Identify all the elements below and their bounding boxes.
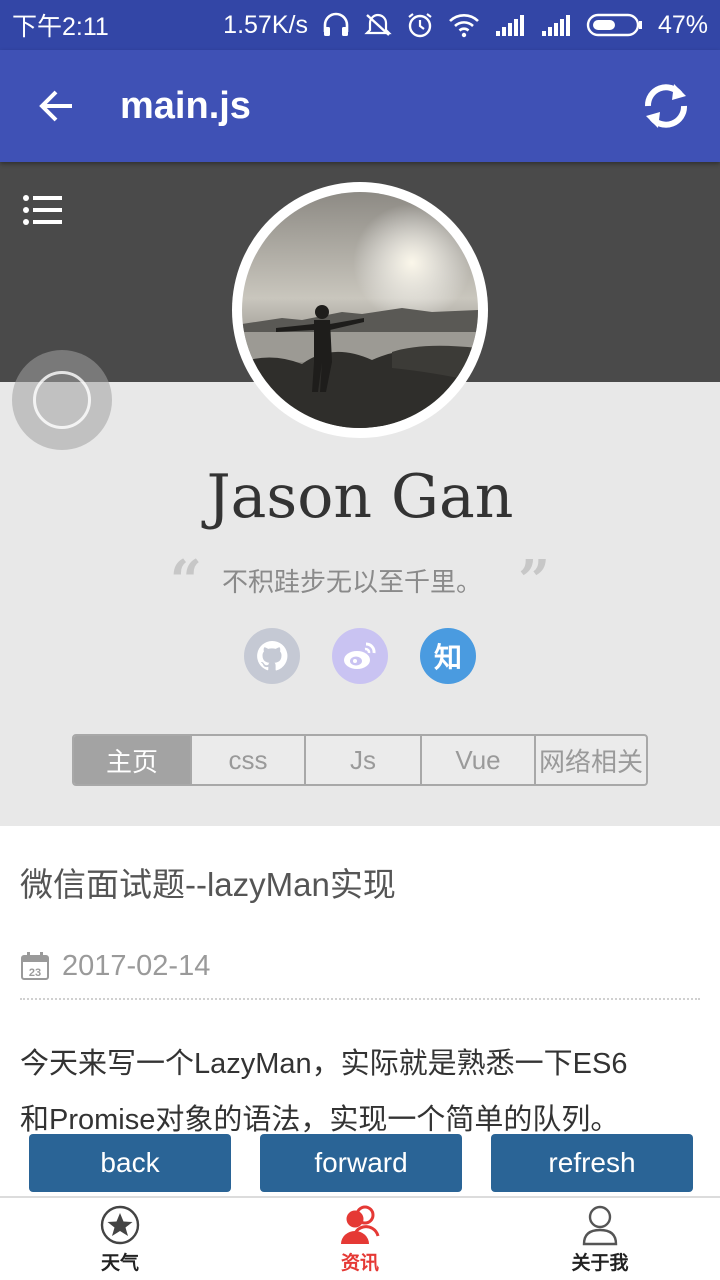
webview-content: Jason Gan “ 不积跬步无以至千里。 ” 知 主页 css Js Vue…: [0, 162, 720, 1196]
article-summary-line: 今天来写一个LazyMan，实际就是熟悉一下ES6: [20, 1048, 628, 1080]
nav-label-weather: 天气: [100, 1253, 139, 1274]
github-link[interactable]: [244, 628, 300, 684]
star-icon: [100, 1205, 140, 1245]
profile-motto: “ 不积跬步无以至千里。 ”: [0, 547, 720, 614]
status-bar: 下午2:11 1.57K/s 47%: [0, 0, 720, 50]
tab-network[interactable]: 网络相关: [536, 736, 646, 784]
floating-button-ring: [33, 371, 91, 429]
back-button[interactable]: [0, 50, 112, 162]
nav-item-news[interactable]: 资讯: [240, 1198, 480, 1280]
people-icon: [341, 1205, 380, 1244]
zhihu-link[interactable]: 知: [420, 628, 476, 684]
battery-icon: [586, 13, 642, 37]
zhihu-icon: 知: [433, 642, 462, 673]
alarm-icon: [408, 13, 432, 38]
quote-open-icon: “: [169, 547, 202, 614]
quote-close-icon: ”: [518, 547, 551, 614]
arrow-left-icon: [39, 90, 72, 122]
page-title: main.js: [120, 84, 251, 127]
social-links: 知: [0, 628, 720, 684]
nav-label-about: 关于我: [571, 1253, 629, 1274]
calendar-icon: 23: [21, 952, 49, 980]
menu-icon[interactable]: [22, 194, 64, 226]
network-speed: 1.57K/s: [223, 10, 308, 39]
bottom-nav: 天气 资讯 关于我: [0, 1196, 720, 1280]
article-date-text: 2017-02-14: [62, 949, 211, 982]
article-card: 微信面试题--lazyMan实现 23 2017-02-14 今天来写一个Laz…: [0, 826, 720, 1148]
status-right: 1.57K/s 47%: [223, 11, 708, 40]
weibo-icon: [344, 642, 376, 669]
mute-icon: [364, 13, 392, 36]
web-forward-button[interactable]: forward: [260, 1134, 462, 1192]
profile-name: Jason Gan: [206, 462, 514, 532]
tab-home[interactable]: 主页: [74, 736, 192, 784]
headset-icon: [323, 12, 349, 36]
article-date: 23 2017-02-14: [20, 946, 700, 986]
status-time: 下午2:11: [12, 13, 109, 41]
tab-vue[interactable]: Vue: [422, 736, 536, 784]
article-title[interactable]: 微信面试题--lazyMan实现: [20, 858, 700, 906]
category-tabs: 主页 css Js Vue 网络相关: [72, 734, 648, 786]
tab-css[interactable]: css: [192, 736, 306, 784]
avatar-frame: [232, 182, 488, 438]
battery-percent: 47%: [657, 10, 708, 39]
article-divider: [20, 998, 700, 1000]
web-refresh-button[interactable]: refresh: [491, 1134, 693, 1192]
nav-item-weather[interactable]: 天气: [0, 1198, 240, 1280]
nav-item-about[interactable]: 关于我: [480, 1198, 720, 1280]
avatar[interactable]: [242, 192, 478, 428]
article-summary: 今天来写一个LazyMan，实际就是熟悉一下ES6 和Promise对象的语法，…: [20, 1036, 700, 1148]
refresh-icon: [645, 84, 687, 128]
signal-icon: [495, 15, 524, 36]
app-bar: main.js: [0, 50, 720, 162]
wifi-icon: [449, 14, 479, 38]
refresh-button[interactable]: [636, 76, 696, 136]
person-icon: [582, 1205, 618, 1246]
weibo-link[interactable]: [332, 628, 388, 684]
calendar-day: 23: [29, 967, 41, 979]
floating-button[interactable]: [12, 350, 112, 450]
web-back-button[interactable]: back: [29, 1134, 231, 1192]
motto-text: 不积跬步无以至千里。: [221, 567, 482, 597]
web-controls: back forward refresh: [0, 1134, 720, 1192]
screen: 下午2:11 1.57K/s 47% main.js Jason Gan “ 不…: [0, 0, 720, 1280]
nav-label-news: 资讯: [340, 1253, 379, 1274]
signal-icon: [541, 15, 570, 36]
tab-js[interactable]: Js: [306, 736, 422, 784]
github-icon: [257, 640, 288, 671]
